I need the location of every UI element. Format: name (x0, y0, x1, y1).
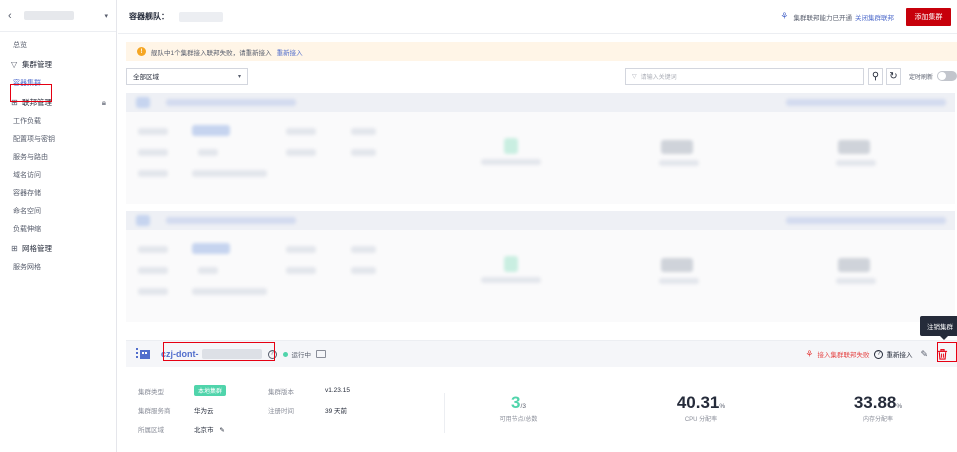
unregister-tooltip: 注销集群 (920, 316, 957, 340)
main-content: ! 舰队中1个集群接入联邦失败，请重新接入 重新接入 全部区域 ▾ ▽ 请输入关… (126, 42, 957, 322)
cluster-card-blurred (126, 93, 955, 204)
cluster-icon (136, 348, 150, 359)
filter-icon: ▽ (11, 60, 18, 69)
divider (444, 393, 445, 433)
cluster-actions: ⚘ 接入集群联邦失败 ? 重新接入 ✎ (805, 346, 957, 362)
info-row: 集群类型 本地集群 集群版本 v1.23.15 (138, 385, 350, 396)
filter-icon: ▽ (631, 73, 637, 80)
monitor-icon[interactable] (316, 350, 326, 358)
cpu-stat: 40.31% CPU 分配率 (676, 393, 726, 423)
rejoin-button[interactable]: ? 重新接入 (874, 349, 912, 359)
highlight-box-cluster-name (163, 342, 275, 361)
sidebar-item-configmaps-secrets[interactable]: 配置项与密钥 (0, 131, 116, 149)
filter-row: 全部区域 ▾ ▽ 请输入关键词 ⚲ ↻ 定时刷新 (126, 65, 957, 87)
auto-refresh-label: 定时刷新 (908, 74, 933, 81)
auto-refresh-toggle[interactable] (937, 71, 957, 81)
fleet-name (179, 11, 223, 22)
sidebar-item-services-routes[interactable]: 服务与路由 (0, 149, 116, 167)
memory-stat: 33.88% 内存分配率 (853, 393, 903, 423)
chevron-down-icon: ▾ (237, 73, 241, 80)
cluster-card-blurred-2 (126, 211, 955, 322)
close-federation-link[interactable]: 关闭集群联邦 (855, 12, 894, 22)
sidebar-item-domain-access[interactable]: 域名访问 (0, 167, 116, 185)
search-input[interactable]: ▽ 请输入关键词 (624, 67, 864, 85)
cluster-info: 集群类型 本地集群 集群版本 v1.23.15 集群服务商 华为云 注册时间 3… (138, 381, 399, 438)
cluster-type-tag: 本地集群 (194, 385, 227, 396)
add-cluster-button[interactable]: 添加集群 (906, 7, 951, 26)
page-title: 容器舰队： (129, 12, 169, 21)
refresh-button[interactable]: ↻ (885, 67, 901, 85)
sidebar-group-cluster-management[interactable]: ▽ 集群管理 (0, 55, 116, 75)
help-circle-icon: ? (874, 349, 884, 359)
search-button[interactable]: ⚲ (867, 67, 883, 85)
info-row: 集群服务商 华为云 注册时间 39 天前 (138, 407, 348, 415)
sidebar: ‹ ▾ 总览 ▽ 集群管理 容器集群 ⊞ 联邦管理 🔒︎ 工作负载 配置项与密钥… (0, 0, 117, 452)
grid-icon: ⊞ (11, 244, 18, 253)
highlight-box-sidebar (10, 84, 52, 102)
region-value: 北京市 ✎ (194, 426, 225, 434)
refresh-icon: ↻ (889, 70, 898, 82)
rejoin-link[interactable]: 重新接入 (277, 47, 303, 57)
highlight-box-unregister (937, 342, 957, 362)
chevron-left-icon[interactable]: ‹ (8, 10, 18, 22)
edit-icon[interactable]: ✎ (219, 427, 224, 434)
lock-icon: 🔒︎ (101, 98, 106, 107)
fleet-selector[interactable] (24, 11, 74, 20)
sidebar-group-mesh-management[interactable]: ⊞ 网格管理 (0, 239, 116, 259)
nodes-stat: 3/3 可用节点/总数 (499, 393, 538, 423)
federation-icon: ⚘ (780, 11, 789, 21)
warning-icon: ! (137, 47, 146, 56)
chevron-down-icon[interactable]: ▾ (104, 12, 108, 20)
sidebar-item-autoscaling[interactable]: 负载伸缩 (0, 221, 116, 239)
top-bar: 容器舰队： ⚘ 集群联邦能力已开通 关闭集群联邦 添加集群 (118, 0, 957, 34)
region-select[interactable]: 全部区域 ▾ (126, 67, 248, 85)
status-dot (282, 351, 288, 357)
sidebar-header: ‹ ▾ (0, 0, 116, 32)
edit-icon[interactable]: ✎ (920, 349, 928, 360)
join-failed-status: ⚘ 接入集群联邦失败 (805, 348, 870, 360)
sidebar-item-namespaces[interactable]: 命名空间 (0, 203, 116, 221)
warning-alert: ! 舰队中1个集群接入联邦失败，请重新接入 重新接入 (126, 42, 957, 61)
sidebar-item-workloads[interactable]: 工作负载 (0, 113, 116, 131)
federation-status: ⚘ 集群联邦能力已开通 关闭集群联邦 (780, 11, 894, 22)
status-badge: 运行中 (282, 349, 311, 359)
info-row: 所属区域 北京市 ✎ (138, 419, 399, 438)
search-icon: ⚲ (871, 70, 880, 82)
federation-icon: ⚘ (805, 348, 814, 359)
sidebar-item-service-mesh[interactable]: 服务网格 (0, 259, 116, 277)
sidebar-item-container-storage[interactable]: 容器存储 (0, 185, 116, 203)
sidebar-item-overview[interactable]: 总览 (0, 37, 116, 55)
